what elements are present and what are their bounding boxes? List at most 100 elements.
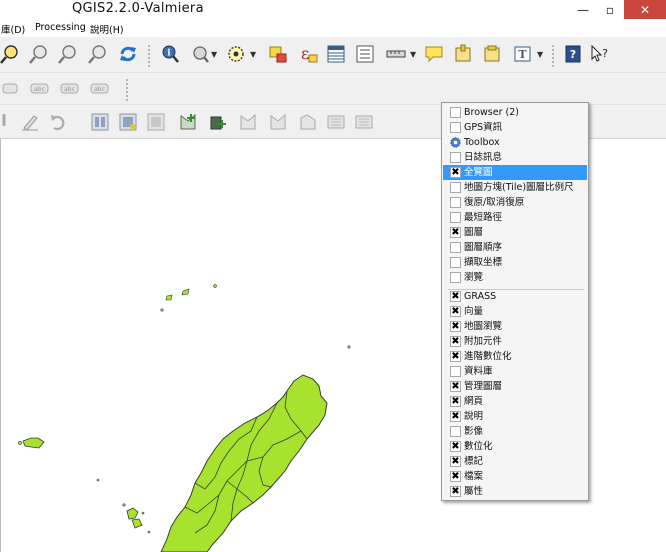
checkbox[interactable]: ✖ bbox=[450, 321, 461, 332]
menu-item-toolbars-13[interactable]: ✖ 屬性 bbox=[443, 484, 587, 499]
menu-item-panels-10[interactable]: 擷取坐標 bbox=[443, 255, 587, 270]
checkbox[interactable]: ✖ bbox=[450, 441, 461, 452]
statistics-icon[interactable] bbox=[355, 44, 375, 64]
chevron-down-icon[interactable]: ▼ bbox=[410, 50, 416, 59]
close-button[interactable]: ✕ bbox=[624, 0, 666, 19]
menu-item-toolbars-2[interactable]: ✖ 地圖瀏覽 bbox=[443, 319, 587, 334]
minimize-button[interactable]: — bbox=[570, 0, 596, 19]
label-tool-icon[interactable] bbox=[2, 79, 22, 99]
checkbox[interactable] bbox=[450, 182, 461, 193]
zoom-out-icon[interactable] bbox=[29, 44, 49, 64]
menu-database[interactable]: 庫(D) bbox=[1, 22, 25, 36]
menu-item-toolbars-11[interactable]: ✖ 標記 bbox=[443, 454, 587, 469]
add-part-icon[interactable] bbox=[208, 112, 228, 132]
checkbox[interactable]: ✖ bbox=[450, 167, 461, 178]
checkbox[interactable] bbox=[450, 426, 461, 437]
menu-item-panels-11[interactable]: 瀏覽 bbox=[443, 270, 587, 285]
zoom-last-icon[interactable] bbox=[88, 44, 108, 64]
checkbox[interactable]: ✖ bbox=[450, 411, 461, 422]
pin-label-icon[interactable]: abc bbox=[30, 79, 50, 99]
menu-item-toolbars-7[interactable]: ✖ 網頁 bbox=[443, 394, 587, 409]
toolbar-grip[interactable] bbox=[552, 45, 557, 67]
menu-help[interactable]: 說明(H) bbox=[90, 22, 124, 36]
merge-attributes-icon[interactable] bbox=[146, 112, 166, 132]
merge-features-icon[interactable] bbox=[118, 112, 138, 132]
menu-item-panels-0[interactable]: Browser (2) bbox=[443, 105, 587, 120]
select-feature-icon[interactable] bbox=[190, 44, 210, 64]
current-edits-icon[interactable] bbox=[0, 112, 20, 132]
menu-item-toolbars-10[interactable]: ✖ 數位化 bbox=[443, 439, 587, 454]
measure-icon[interactable] bbox=[226, 44, 246, 64]
menu-item-toolbars-1[interactable]: ✖ 向量 bbox=[443, 304, 587, 319]
menu-item-panels-2[interactable]: Toolbox bbox=[443, 135, 587, 150]
menu-item-panels-3[interactable]: 日誌訊息 bbox=[443, 150, 587, 165]
attribute-table-icon[interactable] bbox=[326, 44, 346, 64]
menu-item-panels-7[interactable]: 最短路徑 bbox=[443, 210, 587, 225]
toolbar-grip[interactable] bbox=[148, 45, 153, 67]
refresh-icon[interactable] bbox=[118, 44, 138, 64]
map-tips-icon[interactable] bbox=[424, 44, 444, 64]
chevron-down-icon[interactable]: ▼ bbox=[537, 50, 543, 59]
split-features-icon[interactable] bbox=[90, 112, 110, 132]
checkbox[interactable]: ✖ bbox=[450, 336, 461, 347]
checkbox[interactable]: ✖ bbox=[450, 291, 461, 302]
menu-item-panels-1[interactable]: GPS資訊 bbox=[443, 120, 587, 135]
menu-item-toolbars-4[interactable]: ✖ 進階數位化 bbox=[443, 349, 587, 364]
move-label-icon[interactable]: abc bbox=[60, 79, 80, 99]
checkbox[interactable] bbox=[450, 366, 461, 377]
offset-curve-icon[interactable] bbox=[326, 112, 346, 132]
checkbox[interactable] bbox=[450, 197, 461, 208]
menu-item-panels-9[interactable]: 圖層順序 bbox=[443, 240, 587, 255]
checkbox[interactable]: ✖ bbox=[450, 486, 461, 497]
deselect-icon[interactable] bbox=[268, 44, 288, 64]
menu-item-toolbars-0[interactable]: ✖ GRASS bbox=[443, 289, 587, 304]
identify-icon[interactable]: i bbox=[160, 44, 180, 64]
checkbox[interactable] bbox=[450, 212, 461, 223]
toolbar-grip[interactable] bbox=[126, 79, 131, 101]
chevron-down-icon[interactable]: ▼ bbox=[250, 50, 256, 59]
expression-select-icon[interactable]: ε bbox=[298, 44, 318, 64]
add-ring-icon[interactable] bbox=[178, 112, 198, 132]
menu-item-panels-4[interactable]: ✖ 全覽圖 bbox=[443, 165, 587, 180]
menu-item-toolbars-12[interactable]: ✖ 檔案 bbox=[443, 469, 587, 484]
delete-ring-icon[interactable] bbox=[238, 112, 258, 132]
checkbox[interactable]: ✖ bbox=[450, 456, 461, 467]
checkbox[interactable] bbox=[450, 152, 461, 163]
menu-item-panels-5[interactable]: 地圖方塊(Tile)圖層比例尺 bbox=[443, 180, 587, 195]
checkbox[interactable] bbox=[450, 272, 461, 283]
checkbox[interactable]: ✖ bbox=[450, 351, 461, 362]
undo-icon[interactable] bbox=[48, 112, 68, 132]
chevron-down-icon[interactable]: ▼ bbox=[211, 50, 217, 59]
measure-line-icon[interactable] bbox=[386, 44, 406, 64]
checkbox[interactable] bbox=[450, 107, 461, 118]
title-bar[interactable]: QGIS2.2.0-Valmiera — ▫ ✕ bbox=[0, 0, 666, 20]
zoom-in-icon[interactable] bbox=[0, 44, 20, 64]
menu-item-toolbars-6[interactable]: ✖ 管理圖層 bbox=[443, 379, 587, 394]
menu-item-toolbars-5[interactable]: 資料庫 bbox=[443, 364, 587, 379]
reshape-features-icon[interactable] bbox=[298, 112, 318, 132]
checkbox[interactable]: ✖ bbox=[450, 381, 461, 392]
menu-item-toolbars-8[interactable]: ✖ 說明 bbox=[443, 409, 587, 424]
help-contents-icon[interactable]: ? bbox=[563, 44, 583, 64]
menu-processing[interactable]: Processing bbox=[35, 22, 86, 33]
menu-item-toolbars-9[interactable]: 影像 bbox=[443, 424, 587, 439]
checkbox[interactable]: ✖ bbox=[450, 471, 461, 482]
rotate-label-icon[interactable]: abc bbox=[90, 79, 110, 99]
whats-this-icon[interactable]: ? bbox=[590, 44, 610, 64]
checkbox[interactable]: ✖ bbox=[450, 306, 461, 317]
menu-item-panels-8[interactable]: ✖ 圖層 bbox=[443, 225, 587, 240]
delete-part-icon[interactable] bbox=[268, 112, 288, 132]
maximize-button[interactable]: ▫ bbox=[597, 0, 623, 19]
simplify-feature-icon[interactable] bbox=[354, 112, 374, 132]
checkbox[interactable]: ✖ bbox=[450, 396, 461, 407]
checkbox[interactable] bbox=[450, 257, 461, 268]
checkbox[interactable]: ✖ bbox=[450, 227, 461, 238]
menu-item-toolbars-3[interactable]: ✖ 附加元件 bbox=[443, 334, 587, 349]
show-bookmarks-icon[interactable] bbox=[482, 44, 502, 64]
toggle-editing-icon[interactable] bbox=[20, 112, 40, 132]
checkbox[interactable] bbox=[450, 122, 461, 133]
zoom-layer-icon[interactable] bbox=[58, 44, 78, 64]
new-bookmark-icon[interactable] bbox=[453, 44, 473, 64]
text-annotation-icon[interactable]: T bbox=[513, 44, 533, 64]
menu-item-panels-6[interactable]: 復原/取消復原 bbox=[443, 195, 587, 210]
